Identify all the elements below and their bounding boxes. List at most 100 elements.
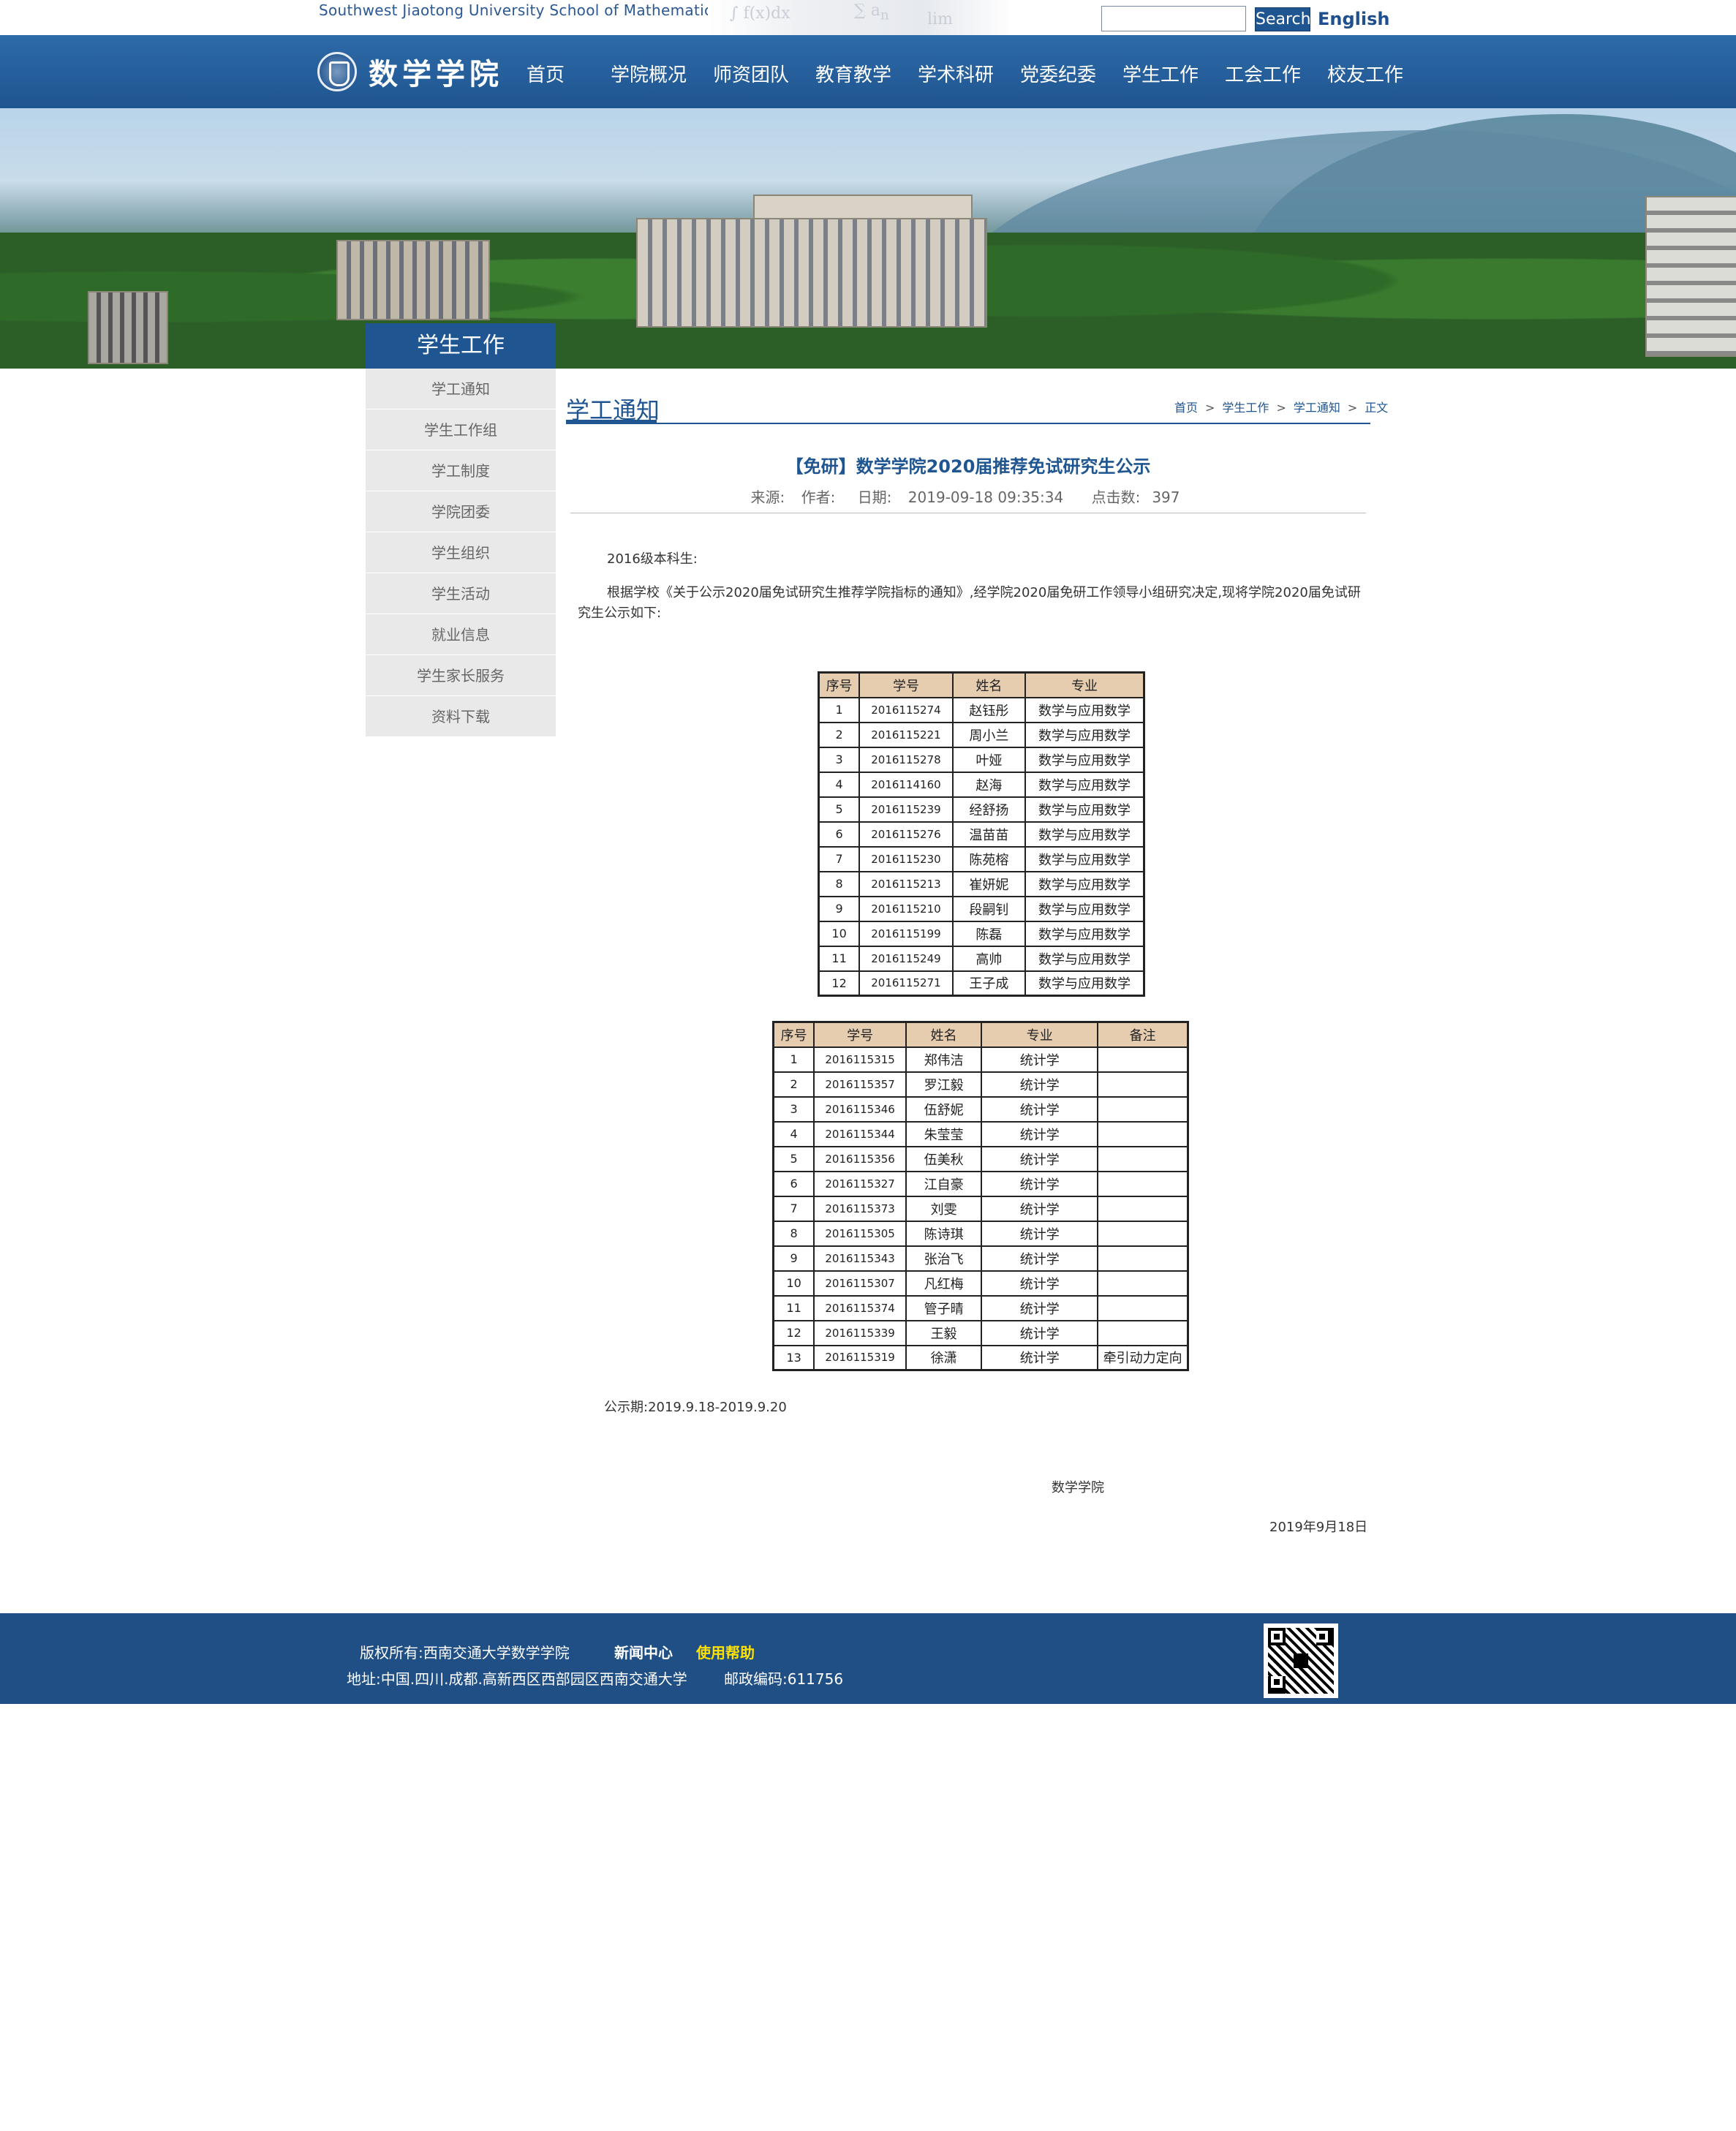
table-cell: 7 (772, 1195, 815, 1222)
table-cell: 8 (772, 1220, 815, 1247)
table-cell: 统计学 (981, 1071, 1099, 1098)
publicity-period: 公示期:2019.9.18-2019.9.20 (604, 1400, 787, 1415)
breadcrumb-student-work[interactable]: 学生工作 (1222, 398, 1269, 415)
table-cell: 11 (818, 945, 861, 972)
table-row: 11 2016115249 高帅 数学与应用数学 (818, 945, 1145, 972)
site-logo[interactable]: 数学学院 (317, 50, 503, 94)
table-header-cell: 序号 (772, 1021, 815, 1048)
table-cell: 2016115327 (813, 1170, 907, 1197)
table-cell: 罗江毅 (905, 1071, 983, 1098)
sidebar-menu: 学工通知 学生工作组 学工制度 学院团委 学生组织 学生活动 就业信息 学生家长… (366, 369, 556, 737)
nav-item-overview[interactable]: 学院概况 (611, 60, 687, 87)
sidebar-item-organizations[interactable]: 学生组织 (366, 532, 556, 573)
nav-item-faculty[interactable]: 师资团队 (713, 60, 789, 87)
nav-item-education[interactable]: 教育教学 (815, 60, 891, 87)
table-cell: 统计学 (981, 1095, 1099, 1123)
table-cell (1097, 1195, 1189, 1222)
footer-help-link[interactable]: 使用帮助 (696, 1641, 755, 1662)
sidebar-item-regulations[interactable]: 学工制度 (366, 450, 556, 491)
footer-news-link[interactable]: 新闻中心 (614, 1641, 673, 1662)
table-cell: 2016115374 (813, 1294, 907, 1321)
nav-item-research[interactable]: 学术科研 (918, 60, 994, 87)
table-cell: 陈磊 (951, 920, 1026, 947)
footer-zip: 邮政编码:611756 (724, 1670, 844, 1688)
table-cell: 2016115344 (813, 1120, 907, 1147)
search-input[interactable] (1101, 6, 1246, 31)
table-cell: 统计学 (981, 1046, 1099, 1073)
table-row: 2 2016115221 周小兰 数学与应用数学 (818, 721, 1145, 748)
sidebar-item-work-group[interactable]: 学生工作组 (366, 410, 556, 450)
table-header-row: 序号 学号 姓名 专业 (818, 671, 1145, 698)
meta-hits-label: 点击数: (1091, 489, 1141, 506)
page: Southwest Jiaotong University School of … (0, 0, 1736, 2131)
table-cell: 11 (772, 1294, 815, 1321)
table-cell: 2016115221 (858, 721, 954, 748)
table-cell: 赵海 (951, 771, 1026, 798)
table-cell: 13 (772, 1344, 815, 1371)
table-cell: 伍舒妮 (905, 1095, 983, 1123)
stats-students-table: 序号 学号 姓名 专业 备注 1 2016115315 郑伟洁 统计学 2 2016115357 罗… (772, 1021, 1189, 1371)
table-cell: 3 (772, 1095, 815, 1123)
table-row: 8 2016115305 陈诗琪 统计学 (772, 1220, 1189, 1247)
table-cell: 6 (772, 1170, 815, 1197)
nav-item-home[interactable]: 首页 (527, 60, 565, 87)
table-row: 4 2016115344 朱莹莹 统计学 (772, 1120, 1189, 1147)
nav-item-student-work[interactable]: 学生工作 (1122, 60, 1199, 87)
table-cell: 统计学 (981, 1294, 1099, 1321)
logo-text: 数学学院 (369, 57, 503, 91)
table-cell: 2016115357 (813, 1071, 907, 1098)
meta-date: 2019-09-18 09:35:34 (907, 489, 1064, 506)
table-header-cell: 备注 (1097, 1021, 1189, 1048)
table-row: 5 2016115356 伍美秋 统计学 (772, 1145, 1189, 1172)
table-cell: 3 (818, 746, 861, 773)
table-cell (1097, 1220, 1189, 1247)
table-cell: 2016115307 (813, 1270, 907, 1297)
table-cell: 7 (818, 845, 861, 872)
table-cell: 8 (818, 870, 861, 897)
table-cell: 2016115271 (858, 970, 954, 997)
table-header-cell: 学号 (858, 671, 954, 698)
table-row: 12 2016115339 王毅 统计学 (772, 1319, 1189, 1346)
nav-item-union[interactable]: 工会工作 (1225, 60, 1301, 87)
table-cell: 周小兰 (951, 721, 1026, 748)
breadcrumb-home[interactable]: 首页 (1174, 398, 1198, 415)
article-date: 2019年9月18日 (1269, 1520, 1368, 1535)
table-cell (1097, 1120, 1189, 1147)
table-cell: 10 (772, 1270, 815, 1297)
table-cell: 10 (818, 920, 861, 947)
table-cell: 统计学 (981, 1270, 1099, 1297)
table-cell (1097, 1170, 1189, 1197)
search-button[interactable]: Search (1255, 7, 1311, 31)
table-row: 2 2016115357 罗江毅 统计学 (772, 1071, 1189, 1098)
math-decoration: ∫ f(x)dx ∑ an lim (708, 0, 1015, 35)
sidebar-item-activities[interactable]: 学生活动 (366, 573, 556, 614)
table-cell: 2016115305 (813, 1220, 907, 1247)
breadcrumb-notices[interactable]: 学工通知 (1294, 398, 1340, 415)
table-cell: 2 (818, 721, 861, 748)
table-cell: 朱莹莹 (905, 1120, 983, 1147)
table-cell: 2016115276 (858, 821, 954, 848)
sidebar-item-notices[interactable]: 学工通知 (366, 369, 556, 410)
table-cell (1097, 1145, 1189, 1172)
table-cell: 12 (772, 1319, 815, 1346)
table-cell: 刘雯 (905, 1195, 983, 1222)
table-cell: 9 (772, 1245, 815, 1272)
sidebar-item-employment[interactable]: 就业信息 (366, 614, 556, 655)
sidebar-item-youth-league[interactable]: 学院团委 (366, 491, 556, 532)
table-cell: 统计学 (981, 1344, 1099, 1371)
footer-copyright: 版权所有:西南交通大学数学学院 (360, 1644, 570, 1662)
table-cell: 郑伟洁 (905, 1046, 983, 1073)
table-cell: 6 (818, 821, 861, 848)
table-row: 6 2016115276 温苗苗 数学与应用数学 (818, 821, 1145, 848)
english-link[interactable]: English (1318, 9, 1389, 29)
table-cell: 数学与应用数学 (1024, 796, 1145, 823)
sidebar-item-parent-services[interactable]: 学生家长服务 (366, 655, 556, 696)
nav-item-party[interactable]: 党委纪委 (1020, 60, 1096, 87)
table-cell: 统计学 (981, 1120, 1099, 1147)
table-cell: 2016115230 (858, 845, 954, 872)
table-cell: 数学与应用数学 (1024, 771, 1145, 798)
meta-date-label: 日期: (857, 489, 892, 506)
sidebar-item-downloads[interactable]: 资料下载 (366, 696, 556, 737)
nav-item-alumni[interactable]: 校友工作 (1327, 60, 1403, 87)
table-cell: 数学与应用数学 (1024, 721, 1145, 748)
